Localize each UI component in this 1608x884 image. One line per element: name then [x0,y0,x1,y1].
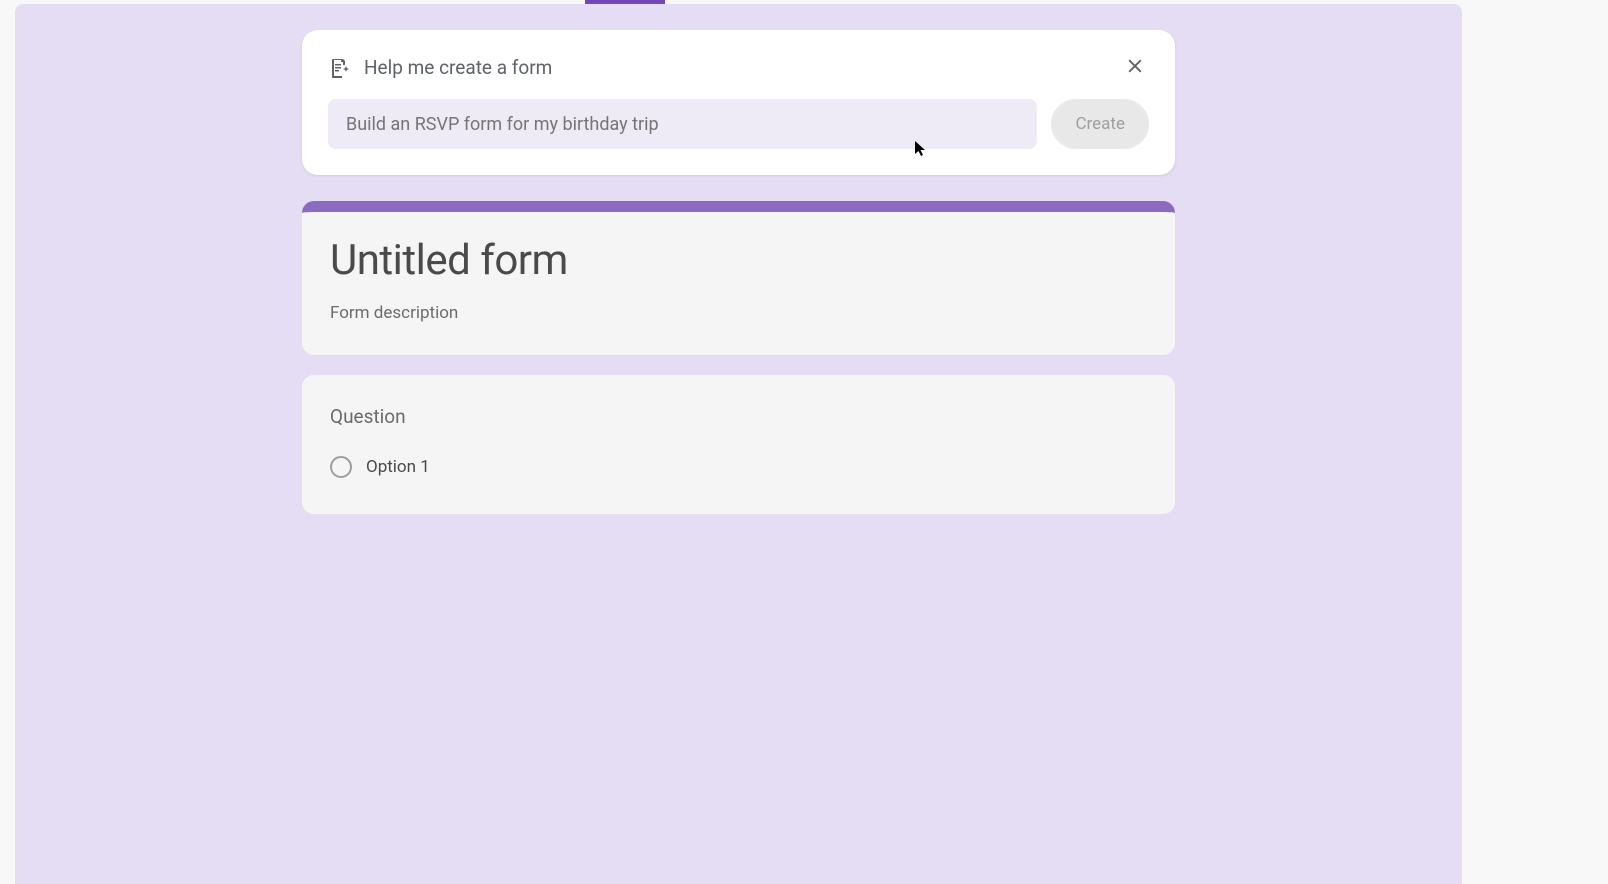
option-label[interactable]: Option 1 [366,457,430,477]
ai-card-header: Help me create a form [328,52,1149,83]
ai-help-card: Help me create a form Create [302,30,1175,175]
main-container: Help me create a form Create Untitled fo… [15,4,1462,884]
close-icon [1125,56,1145,79]
ai-input-row: Create [328,99,1149,149]
form-title[interactable]: Untitled form [330,236,1147,285]
close-button[interactable] [1121,52,1149,83]
ai-card-title: Help me create a form [364,56,1121,79]
ai-prompt-input[interactable] [328,99,1037,149]
form-sparkle-icon [328,56,352,80]
radio-icon [330,456,352,478]
form-header-card: Untitled form Form description [302,201,1175,355]
option-row[interactable]: Option 1 [330,456,1147,478]
form-description[interactable]: Form description [330,303,1147,323]
create-button[interactable]: Create [1051,99,1149,149]
question-label[interactable]: Question [330,405,1147,428]
question-card: Question Option 1 [302,375,1175,514]
